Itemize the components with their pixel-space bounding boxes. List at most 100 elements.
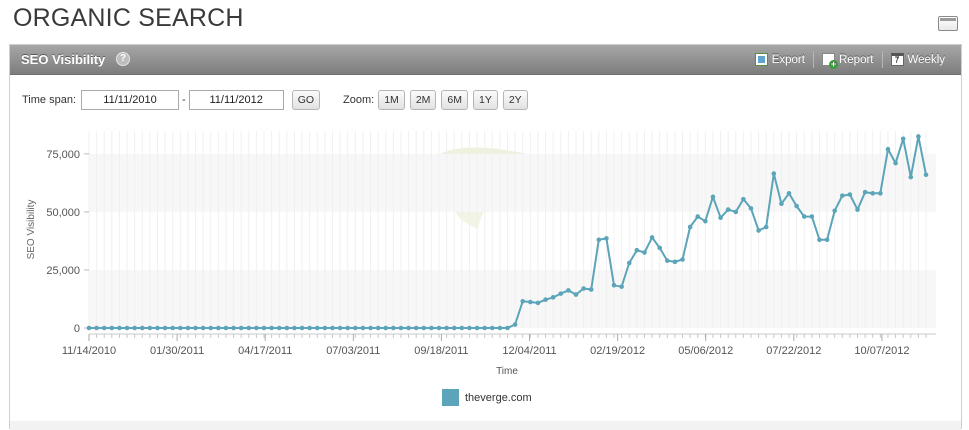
data-point	[505, 325, 510, 331]
data-point	[596, 237, 602, 243]
x-tick-label: 07/22/2012	[766, 345, 821, 357]
x-axis-title: Time	[496, 366, 518, 377]
header-actions: Export Report 7 Weekly	[747, 45, 953, 74]
data-point	[923, 172, 929, 178]
x-tick-label: 11/14/2010	[62, 345, 116, 357]
data-point	[657, 245, 662, 251]
data-point	[132, 325, 137, 331]
data-point	[497, 325, 503, 331]
help-icon[interactable]: ?	[116, 52, 130, 66]
export-button[interactable]: Export	[747, 53, 813, 66]
x-tick-label: 04/17/2011	[238, 345, 292, 357]
zoom-1m-button[interactable]: 1M	[378, 90, 405, 110]
data-point	[109, 325, 115, 331]
data-point	[817, 237, 822, 243]
data-point	[238, 325, 244, 331]
data-point	[649, 235, 655, 240]
data-point	[916, 134, 921, 139]
calendar-icon: 7	[890, 53, 904, 66]
panel-header: SEO Visibility ? Export Report 7 Weekly	[10, 45, 961, 75]
y-tick-label: 25,000	[46, 265, 80, 277]
data-point	[771, 171, 777, 176]
data-point	[223, 325, 229, 331]
data-point	[763, 224, 769, 230]
data-point	[101, 325, 107, 331]
zoom-2y-button[interactable]: 2Y	[502, 90, 528, 110]
data-point	[893, 160, 898, 166]
data-point	[208, 325, 214, 331]
y-tick-label: 50,000	[46, 207, 80, 219]
date-to-input[interactable]	[188, 90, 284, 110]
data-point	[824, 237, 830, 243]
seo-visibility-chart: search metrics 025,00050,00075,000SEO Vi…	[26, 131, 936, 377]
data-point	[558, 291, 564, 296]
data-point	[634, 247, 640, 253]
grid-band	[89, 153, 936, 212]
x-tick-label: 07/03/2011	[326, 345, 380, 357]
weekly-button[interactable]: 7 Weekly	[883, 53, 954, 66]
zoom-1y-button[interactable]: 1Y	[473, 90, 498, 110]
data-point	[512, 322, 518, 327]
data-point	[672, 259, 678, 265]
data-point	[878, 191, 883, 196]
data-point	[413, 325, 419, 331]
go-button[interactable]: GO	[291, 90, 321, 110]
data-point	[117, 325, 122, 331]
data-point	[459, 325, 465, 331]
data-point	[360, 325, 366, 331]
data-point	[520, 298, 526, 304]
legend-swatch	[442, 389, 459, 406]
data-point	[695, 214, 701, 219]
zoom-6m-button[interactable]: 6M	[441, 90, 468, 110]
x-tick-label: 01/30/2011	[150, 345, 204, 357]
data-point	[718, 215, 723, 221]
weekly-label: Weekly	[907, 53, 946, 66]
data-point	[908, 174, 914, 180]
data-point	[368, 325, 373, 331]
data-point	[581, 286, 586, 291]
data-point	[664, 258, 670, 263]
data-point	[200, 325, 206, 331]
data-point	[550, 295, 556, 300]
window-toggle-icon[interactable]	[938, 16, 958, 31]
data-point	[733, 209, 739, 215]
data-point	[269, 325, 274, 331]
data-point	[398, 325, 404, 331]
data-point	[474, 325, 480, 331]
data-point	[870, 191, 876, 196]
data-point	[482, 325, 487, 331]
export-icon	[754, 53, 768, 66]
chart-legend[interactable]: theverge.com	[442, 389, 532, 406]
data-point	[900, 136, 906, 142]
timespan-label: Time span:	[22, 94, 77, 106]
report-button[interactable]: Report	[814, 53, 882, 69]
data-point	[573, 292, 579, 297]
data-point	[314, 325, 320, 331]
y-tick-label: 0	[74, 323, 80, 335]
data-point	[885, 146, 891, 152]
data-point	[794, 203, 799, 209]
data-point	[832, 208, 837, 214]
data-point	[307, 325, 312, 331]
data-point	[451, 325, 457, 331]
data-point	[467, 325, 472, 331]
zoom-2m-button[interactable]: 2M	[409, 90, 437, 110]
data-point	[406, 325, 411, 331]
data-point	[862, 189, 868, 195]
data-point	[748, 206, 754, 211]
data-point	[345, 325, 351, 331]
data-point	[383, 325, 389, 331]
data-point	[284, 325, 290, 331]
data-point	[337, 325, 343, 331]
data-point	[261, 325, 267, 331]
y-tick-label: 75,000	[46, 149, 80, 161]
chart-controls: Time span: - GO Zoom: 1M 2M 6M 1Y 2Y	[22, 89, 528, 111]
data-point	[840, 193, 845, 198]
data-point	[147, 325, 153, 331]
date-from-input[interactable]	[81, 90, 180, 110]
data-point	[626, 260, 632, 266]
data-point	[566, 288, 571, 293]
export-label: Export	[771, 53, 805, 66]
data-point	[801, 214, 807, 219]
zoom-label: Zoom:	[343, 94, 375, 106]
